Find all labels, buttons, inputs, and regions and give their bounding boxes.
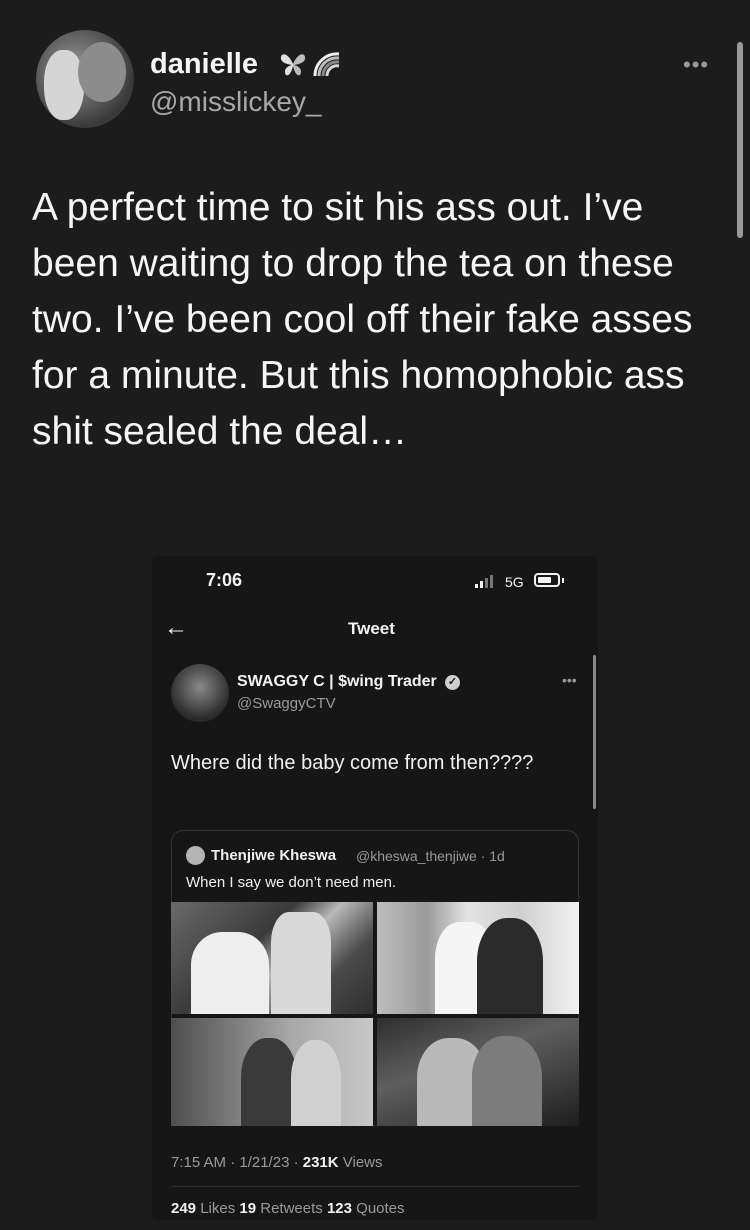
tweet-timestamp: 7:15 AM · 1/21/23 · [171,1154,303,1171]
verified-badge-icon: ✓ [445,675,460,690]
author-avatar[interactable] [36,30,134,128]
screenshot-more-icon: ••• [562,672,577,688]
views-count: 231K [302,1154,339,1171]
network-label: 5G [505,574,524,590]
author-handle[interactable]: @misslickey_ [150,86,322,118]
quoted-photo-2 [377,902,579,1014]
tweet-text: A perfect time to sit his ass out. I’ve … [32,186,693,453]
more-options-icon[interactable]: ••• [683,52,709,78]
engagement-stats: 249 Likes 19 Retweets 123 Quotes [171,1200,405,1217]
tweet-meta: 7:15 AM · 1/21/23 · 231K Views [171,1154,383,1171]
screenshot-author-handle: @SwaggyCTV [237,695,336,712]
rainbow-icon [313,52,340,77]
status-time: 7:06 [206,570,243,590]
quoted-photo-4 [377,1018,579,1126]
divider [171,1186,579,1187]
quoted-author-name: Thenjiwe Kheswa [211,847,337,864]
likes-label: Likes [196,1200,240,1217]
retweets-count: 19 [239,1200,257,1217]
screenshot-author-avatar [171,664,229,722]
quotes-label: Quotes [351,1200,405,1217]
quotes-count: 123 [326,1200,352,1217]
butterfly-icon [280,54,306,76]
screenshot-scrollbar [593,655,596,809]
battery-tip [562,578,564,583]
likes-count: 249 [171,1200,197,1217]
battery-icon [534,573,560,587]
quoted-author-handle: @kheswa_thenjiwe · 1d [356,848,505,864]
signal-icon [475,575,493,588]
quoted-photo-1 [171,902,373,1014]
views-label: Views [338,1154,383,1171]
quoted-author-avatar [186,846,205,865]
back-arrow-icon[interactable]: ← [164,614,188,642]
quoted-tweet-text: When I say we don’t need men. [186,874,397,891]
screenshot-tweet-text: Where did the baby come from then???? [171,752,534,774]
screenshot-page-title: Tweet [348,619,395,638]
author-display-name[interactable]: danielle [150,48,258,81]
screenshot-author-name: SWAGGY C | $wing Trader [237,673,437,690]
scrollbar[interactable] [737,42,743,238]
retweets-label: Retweets [256,1200,327,1217]
quoted-photo-3 [171,1018,373,1126]
